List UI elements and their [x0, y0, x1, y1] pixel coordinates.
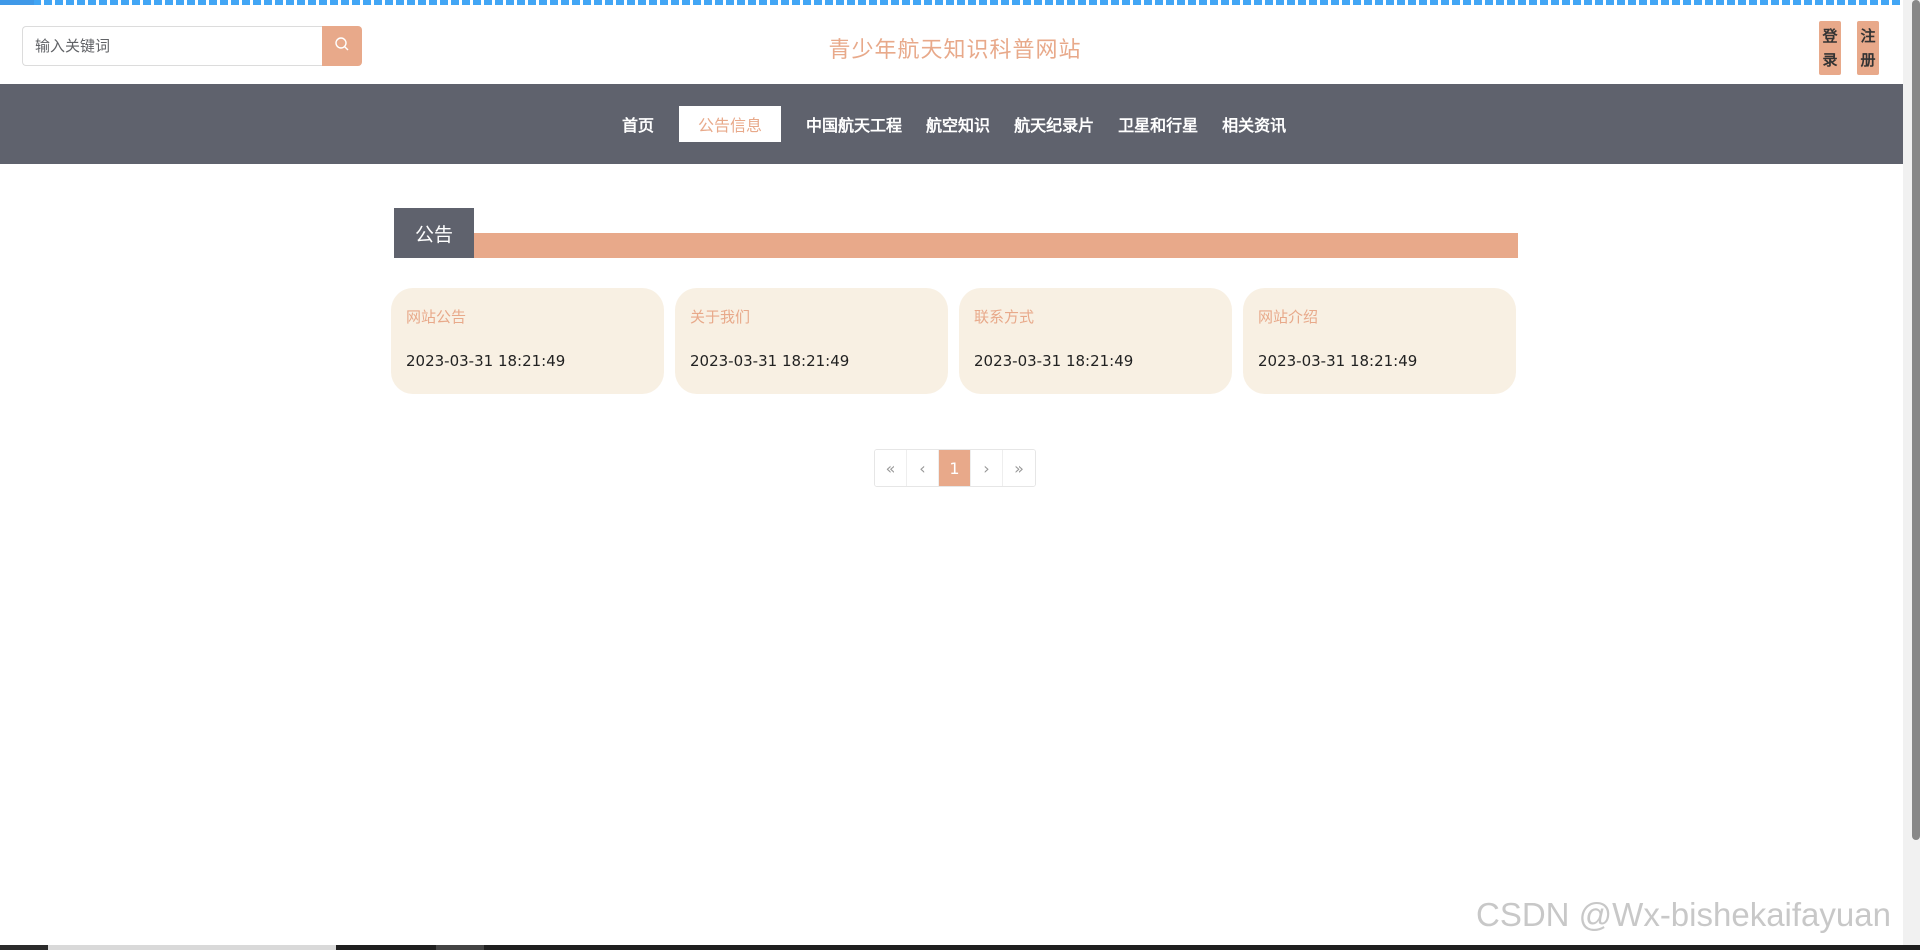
- main-nav: 首页 公告信息 中国航天工程 航空知识 航天纪录片 卫星和行星 相关资讯: [0, 84, 1903, 164]
- announcement-date: 2023-03-31 18:21:49: [406, 352, 566, 370]
- section-header: 公告: [394, 208, 1518, 258]
- announcement-card[interactable]: 网站介绍 2023-03-31 18:21:49: [1243, 288, 1516, 394]
- vertical-scrollbar[interactable]: [1903, 0, 1920, 950]
- nav-item-announcements[interactable]: 公告信息: [679, 106, 782, 142]
- nav-menu: 首页 公告信息 中国航天工程 航空知识 航天纪录片 卫星和行星 相关资讯: [610, 84, 1298, 164]
- site-title: 青少年航天知识科普网站: [828, 38, 1082, 63]
- search-icon: [334, 36, 350, 56]
- first-page-button[interactable]: «: [875, 450, 907, 486]
- announcement-card[interactable]: 网站公告 2023-03-31 18:21:49: [391, 288, 664, 394]
- login-button[interactable]: 登录: [1819, 21, 1841, 75]
- nav-item-china-aerospace[interactable]: 中国航天工程: [794, 106, 914, 142]
- prev-page-button[interactable]: ‹: [907, 450, 939, 486]
- pagination: « ‹ 1 › »: [874, 449, 1036, 487]
- announcement-title: 网站介绍: [1258, 308, 1319, 326]
- taskbar-segment: [48, 945, 336, 950]
- announcement-date: 2023-03-31 18:21:49: [690, 352, 850, 370]
- register-button[interactable]: 注册: [1857, 21, 1879, 75]
- last-page-button[interactable]: »: [1003, 450, 1035, 486]
- announcement-title: 网站公告: [406, 308, 467, 326]
- search-input[interactable]: [22, 26, 322, 66]
- announcement-card[interactable]: 关于我们 2023-03-31 18:21:49: [675, 288, 948, 394]
- page-number-button[interactable]: 1: [939, 450, 971, 486]
- nav-item-news[interactable]: 相关资讯: [1210, 106, 1298, 142]
- announcement-list: 网站公告 2023-03-31 18:21:49 关于我们 2023-03-31…: [391, 288, 1516, 394]
- announcement-title: 联系方式: [974, 308, 1035, 326]
- taskbar-segment: [436, 945, 484, 950]
- site-header: 青少年航天知识科普网站 登录 注册: [0, 8, 1903, 84]
- nav-item-satellites-planets[interactable]: 卫星和行星: [1106, 106, 1210, 142]
- section-title: 公告: [394, 208, 474, 258]
- announcement-date: 2023-03-31 18:21:49: [974, 352, 1134, 370]
- taskbar-segment: [0, 945, 48, 950]
- page-loading-strip: [0, 0, 1903, 5]
- section-accent-bar: [394, 233, 1518, 258]
- search-box: [22, 26, 362, 66]
- watermark: CSDN @Wx-bishekaifayuan: [1476, 896, 1891, 933]
- scrollbar-thumb[interactable]: [1912, 0, 1920, 840]
- announcement-title: 关于我们: [690, 308, 751, 326]
- next-page-button[interactable]: ›: [971, 450, 1003, 486]
- nav-item-documentaries[interactable]: 航天纪录片: [1002, 106, 1106, 142]
- announcement-date: 2023-03-31 18:21:49: [1258, 352, 1418, 370]
- search-button[interactable]: [322, 26, 362, 66]
- nav-item-home[interactable]: 首页: [610, 106, 666, 142]
- nav-item-aviation-knowledge[interactable]: 航空知识: [914, 106, 1002, 142]
- announcement-card[interactable]: 联系方式 2023-03-31 18:21:49: [959, 288, 1232, 394]
- taskbar-strip: [0, 945, 1920, 950]
